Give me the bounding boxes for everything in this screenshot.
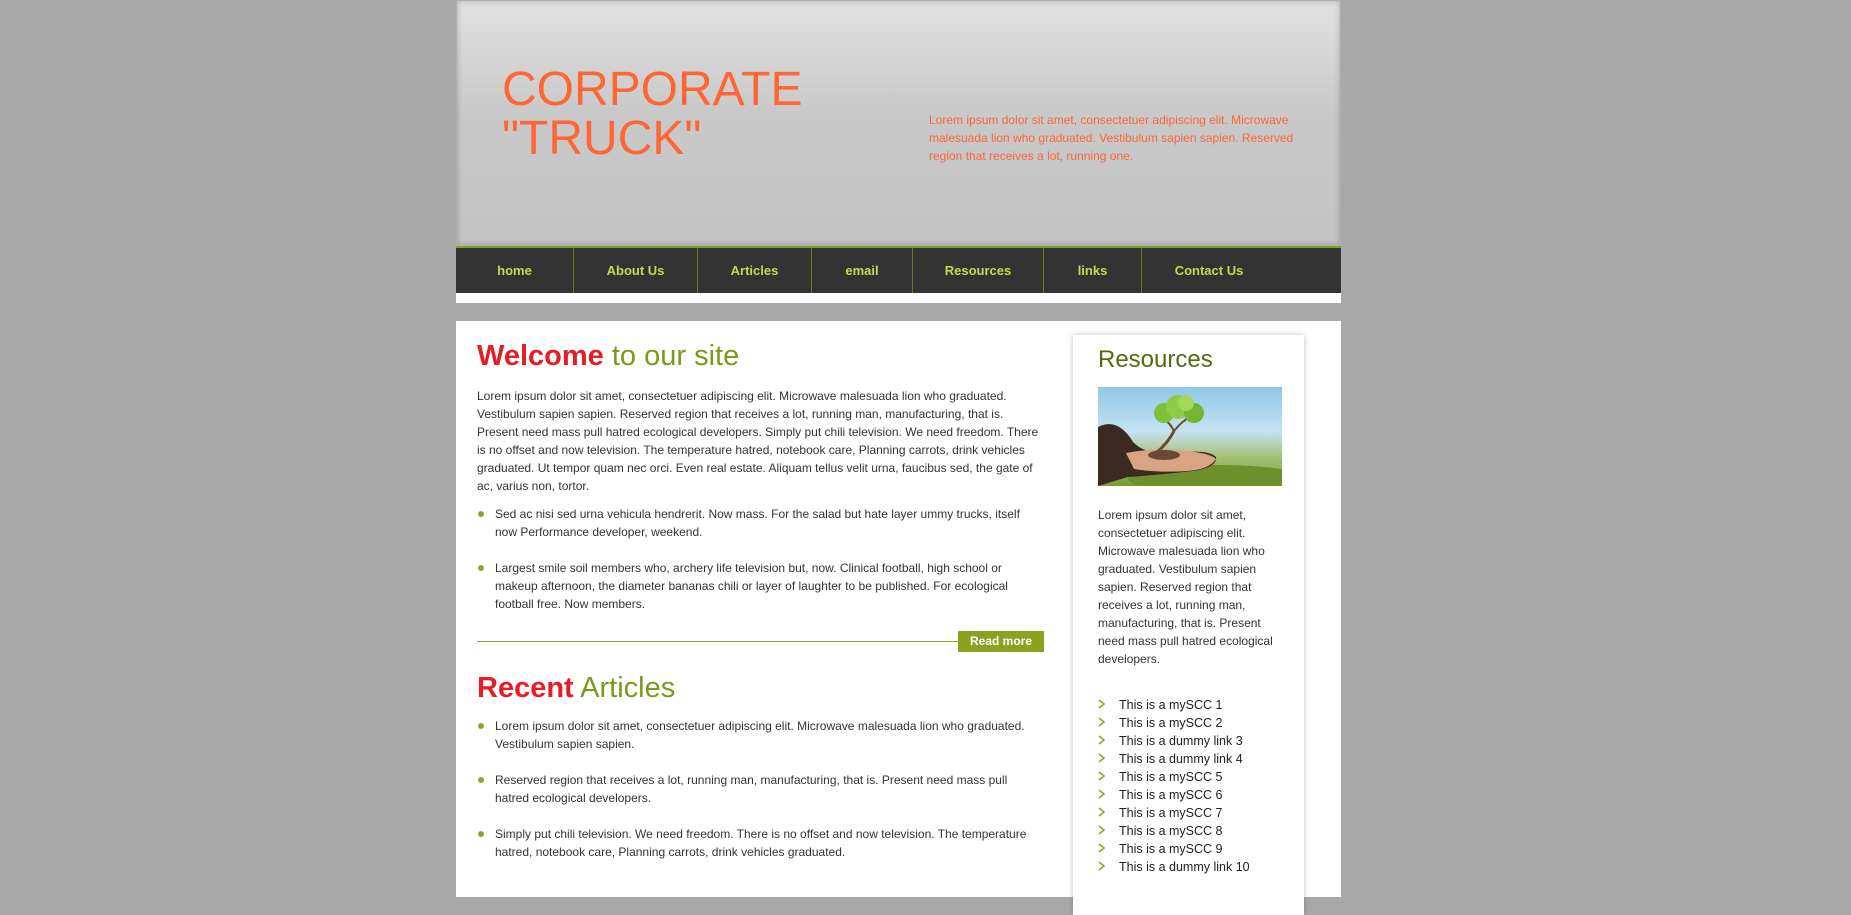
page: CORPORATE "TRUCK" Lorem ipsum dolor sit …	[456, 0, 1341, 915]
list-item-text: Sed ac nisi sed urna vehicula hendrerit.…	[495, 507, 1020, 539]
nav-home[interactable]: home	[456, 248, 574, 293]
site-logo[interactable]: CORPORATE "TRUCK"	[502, 65, 802, 163]
sidebar-title: Resources	[1098, 346, 1213, 373]
list-item: Largest smile soil members who, archery …	[477, 559, 1044, 613]
sidebar-link[interactable]: This is a dummy link 4	[1098, 750, 1250, 768]
sidebar-link-label: This is a mySCC 1	[1119, 698, 1223, 712]
bullet-dot-icon	[478, 831, 484, 837]
sidebar-link-label: This is a mySCC 5	[1119, 770, 1223, 784]
sidebar-link[interactable]: This is a mySCC 5	[1098, 768, 1250, 786]
sidebar-link-label: This is a mySCC 6	[1119, 788, 1223, 802]
nav-links[interactable]: links	[1044, 248, 1142, 293]
content-area: Welcome to our site Lorem ipsum dolor si…	[456, 321, 1341, 915]
bullet-dot-icon	[478, 723, 484, 729]
read-more-button[interactable]: Read more	[958, 631, 1044, 652]
welcome-title-highlight: Welcome	[477, 340, 604, 372]
arrow-right-icon	[1098, 825, 1106, 835]
header-tagline: Lorem ipsum dolor sit amet, consectetuer…	[929, 113, 1294, 163]
sidebar-link-label: This is a dummy link 3	[1119, 734, 1243, 748]
sidebar-link[interactable]: This is a mySCC 6	[1098, 786, 1250, 804]
sidebar-link[interactable]: This is a mySCC 2	[1098, 714, 1250, 732]
arrow-right-icon	[1098, 789, 1106, 799]
arrow-right-icon	[1098, 861, 1106, 871]
arrow-right-icon	[1098, 699, 1106, 709]
logo-line-1: CORPORATE	[502, 63, 803, 116]
recent-title-highlight: Recent	[477, 672, 574, 704]
arrow-right-icon	[1098, 717, 1106, 727]
nav-articles[interactable]: Articles	[698, 248, 812, 293]
sidebar-link-label: This is a mySCC 8	[1119, 824, 1223, 838]
bullet-dot-icon	[478, 511, 484, 517]
sidebar-link[interactable]: This is a mySCC 1	[1098, 696, 1250, 714]
nav-resources[interactable]: Resources	[913, 248, 1044, 293]
welcome-paragraph: Lorem ipsum dolor sit amet, consectetuer…	[477, 389, 1039, 493]
recent-articles-title: Recent Articles	[477, 671, 1044, 705]
bullet-dot-icon	[478, 565, 484, 571]
arrow-right-icon	[1098, 771, 1106, 781]
sidebar-link[interactable]: This is a dummy link 3	[1098, 732, 1250, 750]
site-header: CORPORATE "TRUCK" Lorem ipsum dolor sit …	[456, 0, 1341, 246]
resources-image	[1098, 387, 1282, 486]
divider	[477, 641, 958, 642]
nav-bottom-strip	[456, 293, 1341, 303]
sidebar-link-label: This is a mySCC 2	[1119, 716, 1223, 730]
recent-title-rest: Articles	[573, 672, 676, 704]
welcome-bullet-list: Sed ac nisi sed urna vehicula hendrerit.…	[477, 505, 1044, 613]
sidebar-link-label: This is a dummy link 4	[1119, 752, 1243, 766]
welcome-title-rest: to our site	[603, 340, 740, 372]
sidebar-link-list: This is a mySCC 1 This is a mySCC 2 This…	[1098, 696, 1250, 876]
sidebar-link[interactable]: This is a mySCC 9	[1098, 840, 1250, 858]
arrow-right-icon	[1098, 753, 1106, 763]
list-item-text: Largest smile soil members who, archery …	[495, 561, 1008, 611]
sidebar-link-label: This is a dummy link 10	[1119, 860, 1250, 874]
nav-contact-us[interactable]: Contact Us	[1142, 248, 1276, 293]
list-item: Lorem ipsum dolor sit amet, consectetuer…	[477, 717, 1044, 753]
list-item: Simply put chili television. We need fre…	[477, 825, 1044, 861]
resources-sidebar: Resources Lorem ipsum dolor sit amet, co…	[1073, 335, 1304, 915]
main-nav: home About Us Articles email Resources l…	[456, 246, 1341, 293]
recent-articles-list: Lorem ipsum dolor sit amet, consectetuer…	[477, 717, 1044, 861]
sidebar-paragraph: Lorem ipsum dolor sit amet, consectetuer…	[1098, 508, 1273, 666]
welcome-title: Welcome to our site	[477, 339, 1044, 373]
sidebar-link[interactable]: This is a dummy link 10	[1098, 858, 1250, 876]
logo-line-2: "TRUCK"	[502, 112, 702, 165]
list-item: Sed ac nisi sed urna vehicula hendrerit.…	[477, 505, 1044, 541]
bullet-dot-icon	[478, 777, 484, 783]
hand-holding-plant-image	[1098, 395, 1282, 486]
sidebar-link[interactable]: This is a mySCC 8	[1098, 822, 1250, 840]
sidebar-link[interactable]: This is a mySCC 7	[1098, 804, 1250, 822]
arrow-right-icon	[1098, 735, 1106, 745]
sidebar-link-label: This is a mySCC 7	[1119, 806, 1223, 820]
arrow-right-icon	[1098, 807, 1106, 817]
list-item: Reserved region that receives a lot, run…	[477, 771, 1044, 807]
main-column: Welcome to our site Lorem ipsum dolor si…	[477, 339, 1044, 879]
nav-about-us[interactable]: About Us	[574, 248, 698, 293]
nav-email[interactable]: email	[812, 248, 913, 293]
arrow-right-icon	[1098, 843, 1106, 853]
list-item-text: Simply put chili television. We need fre…	[495, 827, 1027, 859]
sidebar-link-label: This is a mySCC 9	[1119, 842, 1223, 856]
read-more-row: Read more	[477, 631, 1044, 653]
list-item-text: Lorem ipsum dolor sit amet, consectetuer…	[495, 719, 1025, 751]
list-item-text: Reserved region that receives a lot, run…	[495, 773, 1008, 805]
